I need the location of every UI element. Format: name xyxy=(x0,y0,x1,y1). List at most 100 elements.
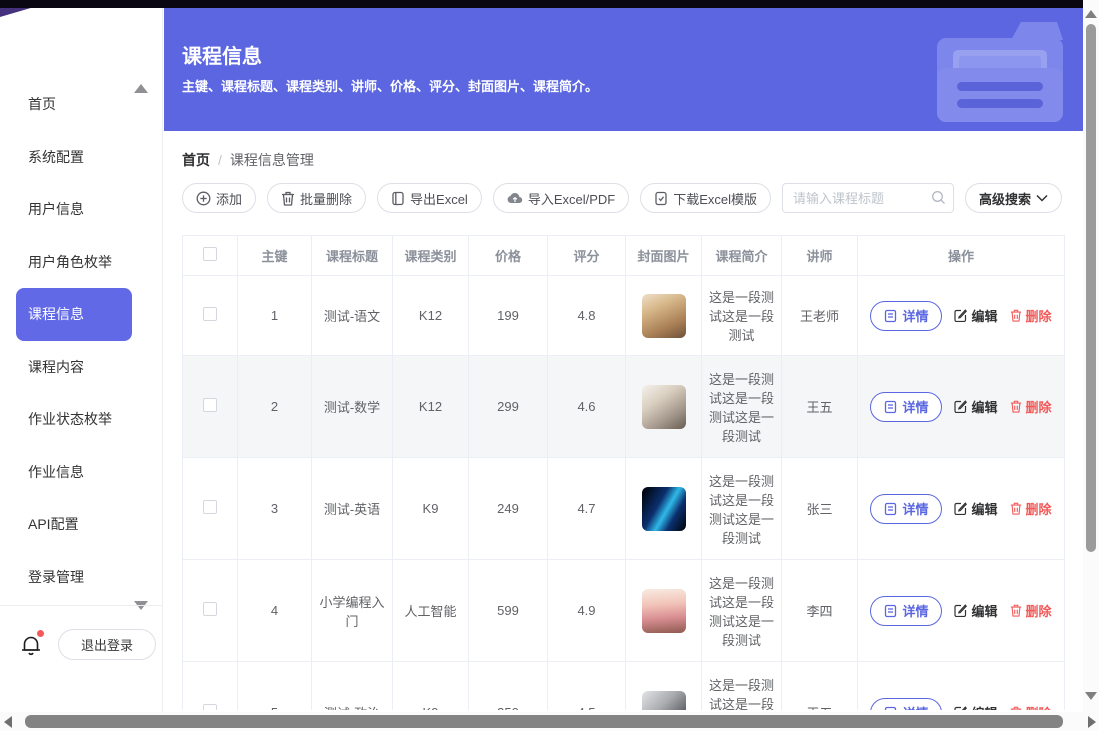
sidebar-item-system-config[interactable]: 系统配置 xyxy=(0,131,162,184)
delete-label: 删除 xyxy=(1026,397,1052,416)
chevron-down-icon xyxy=(1036,194,1048,202)
breadcrumb-home[interactable]: 首页 xyxy=(182,150,210,170)
export-excel-label: 导出Excel xyxy=(410,189,468,208)
table-row: 1 测试-语文 K12 199 4.8 这是一段测试这是一段测试 王老师 详情 … xyxy=(183,276,1065,356)
delete-button[interactable]: 删除 xyxy=(1010,703,1052,710)
delete-button[interactable]: 删除 xyxy=(1010,306,1052,325)
delete-button[interactable]: 删除 xyxy=(1010,397,1052,416)
cell-price: 249 xyxy=(469,458,548,560)
cell-summary: 这是一段测试这是一段测试这是一段测试 xyxy=(702,356,782,458)
sidebar-item-homework-status-enum[interactable]: 作业状态枚举 xyxy=(0,393,162,446)
scrollbar-up-icon[interactable] xyxy=(1085,10,1097,18)
cell-rating: 4.6 xyxy=(548,356,626,458)
cell-category: K12 xyxy=(393,276,469,356)
cell-title: 测试-语文 xyxy=(312,276,393,356)
cell-rating: 4.5 xyxy=(548,662,626,711)
row-checkbox[interactable] xyxy=(203,307,217,321)
detail-label: 详情 xyxy=(902,306,928,325)
column-title: 课程标题 xyxy=(312,236,393,276)
export-excel-button[interactable]: 导出Excel xyxy=(377,183,482,213)
horizontal-scrollbar-thumb[interactable] xyxy=(25,715,1063,728)
row-checkbox[interactable] xyxy=(203,602,217,616)
detail-document-icon xyxy=(884,309,897,323)
detail-button[interactable]: 详情 xyxy=(870,698,942,711)
window-top-edge xyxy=(0,0,1099,8)
cell-id: 3 xyxy=(238,458,312,560)
advanced-search-button[interactable]: 高级搜索 xyxy=(965,183,1062,213)
horizontal-scrollbar[interactable] xyxy=(0,712,1099,731)
scrollbar-right-icon[interactable] xyxy=(1088,716,1096,728)
edit-pencil-icon xyxy=(954,502,967,515)
detail-label: 详情 xyxy=(902,601,928,620)
vertical-scrollbar-thumb[interactable] xyxy=(1086,24,1096,552)
cell-id: 5 xyxy=(238,662,312,711)
cover-image-cartoon-girl xyxy=(642,589,686,633)
notification-dot xyxy=(37,630,44,637)
sidebar-item-api-config[interactable]: API配置 xyxy=(0,498,162,551)
breadcrumb-current: 课程信息管理 xyxy=(230,150,314,170)
table-row: 4 小学编程入门 人工智能 599 4.9 这是一段测试这是一段测试这是一段测试… xyxy=(183,560,1065,662)
edit-label: 编辑 xyxy=(971,306,997,325)
breadcrumb: 首页 / 课程信息管理 xyxy=(182,150,314,170)
table-row: 3 测试-英语 K9 249 4.7 这是一段测试这是一段测试这是一段测试 张三… xyxy=(183,458,1065,560)
sidebar-item-user-info[interactable]: 用户信息 xyxy=(0,183,162,236)
download-excel-template-label: 下载Excel模版 xyxy=(673,189,757,208)
cell-price: 599 xyxy=(469,560,548,662)
edit-button[interactable]: 编辑 xyxy=(954,703,997,710)
detail-button[interactable]: 详情 xyxy=(870,301,942,331)
add-button[interactable]: 添加 xyxy=(182,183,256,213)
row-checkbox[interactable] xyxy=(203,398,217,412)
table-row: 2 测试-数学 K12 299 4.6 这是一段测试这是一段测试这是一段测试 王… xyxy=(183,356,1065,458)
cell-teacher: 张三 xyxy=(782,458,858,560)
cell-category: 人工智能 xyxy=(393,560,469,662)
row-checkbox[interactable] xyxy=(203,704,217,710)
logout-button[interactable]: 退出登录 xyxy=(58,629,156,660)
document-download-icon xyxy=(654,191,668,206)
notification-bell-icon[interactable] xyxy=(20,633,42,657)
sidebar-item-homework-info[interactable]: 作业信息 xyxy=(0,446,162,499)
detail-label: 详情 xyxy=(902,397,928,416)
import-excel-pdf-button[interactable]: 导入Excel/PDF xyxy=(493,183,629,213)
sidebar-item-course-content[interactable]: 课程内容 xyxy=(0,341,162,394)
cell-rating: 4.8 xyxy=(548,276,626,356)
detail-button[interactable]: 详情 xyxy=(870,596,942,626)
edit-button[interactable]: 编辑 xyxy=(954,306,997,325)
vertical-scrollbar[interactable] xyxy=(1083,0,1099,712)
cell-teacher: 王五 xyxy=(782,662,858,711)
breadcrumb-separator: / xyxy=(218,152,222,168)
cell-id: 4 xyxy=(238,560,312,662)
sidebar-item-user-role-enum[interactable]: 用户角色枚举 xyxy=(0,236,162,289)
edit-button[interactable]: 编辑 xyxy=(954,397,997,416)
cell-category: K9 xyxy=(393,662,469,711)
detail-label: 详情 xyxy=(902,499,928,518)
table-row: 5 测试-政治 K9 350 4.5 这是一段测试这是一段测试这是一段测试 王五… xyxy=(183,662,1065,711)
cell-summary: 这是一段测试这是一段测试 xyxy=(702,276,782,356)
detail-button[interactable]: 详情 xyxy=(870,494,942,524)
select-all-checkbox[interactable] xyxy=(203,247,217,261)
search-icon[interactable] xyxy=(931,190,946,205)
folder-illustration-icon xyxy=(925,10,1075,129)
column-cover: 封面图片 xyxy=(626,236,702,276)
delete-trash-icon xyxy=(1010,309,1022,322)
edit-button[interactable]: 编辑 xyxy=(954,499,997,518)
sidebar-item-course-info[interactable]: 课程信息 xyxy=(16,288,132,341)
cover-image-business-people xyxy=(642,691,686,711)
sidebar-scroll-up-icon[interactable] xyxy=(134,84,148,93)
detail-document-icon xyxy=(884,400,897,414)
scrollbar-left-icon[interactable] xyxy=(4,716,12,728)
cell-summary: 这是一段测试这是一段测试这是一段测试 xyxy=(702,662,782,711)
search-input[interactable] xyxy=(782,183,954,213)
cell-title: 测试-数学 xyxy=(312,356,393,458)
detail-button[interactable]: 详情 xyxy=(870,392,942,422)
batch-delete-button[interactable]: 批量删除 xyxy=(267,183,366,213)
delete-button[interactable]: 删除 xyxy=(1010,601,1052,620)
cell-id: 2 xyxy=(238,356,312,458)
delete-button[interactable]: 删除 xyxy=(1010,499,1052,518)
edit-button[interactable]: 编辑 xyxy=(954,601,997,620)
download-excel-template-button[interactable]: 下载Excel模版 xyxy=(640,183,771,213)
delete-label: 删除 xyxy=(1026,601,1052,620)
sidebar-item-login-management[interactable]: 登录管理 xyxy=(0,551,162,604)
scrollbar-down-icon[interactable] xyxy=(1085,692,1097,700)
row-checkbox[interactable] xyxy=(203,500,217,514)
sidebar: 首页 系统配置 用户信息 用户角色枚举 课程信息 课程内容 作业状态枚举 作业信… xyxy=(0,8,163,731)
